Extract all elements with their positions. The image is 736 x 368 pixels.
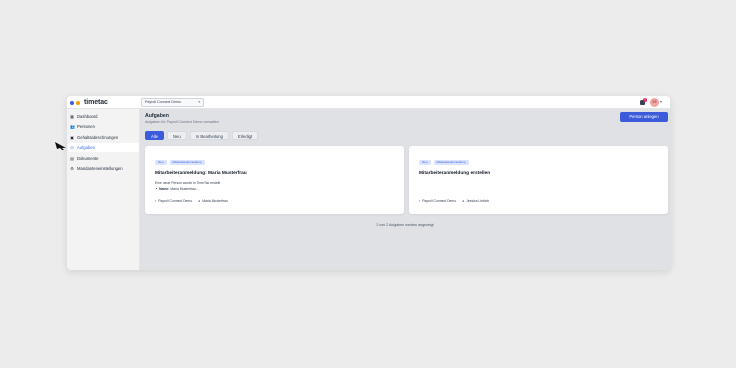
filter-done[interactable]: Erledigt bbox=[231, 131, 259, 140]
tasks-icon: ◎ bbox=[70, 144, 74, 150]
task-badges: Neu Mitarbeiteranmeldung bbox=[155, 160, 205, 165]
avatar-chevron-down-icon[interactable]: ▾ bbox=[660, 99, 662, 104]
task-title: Mitarbeiteranmeldung erstellen bbox=[419, 171, 491, 176]
filter-all[interactable]: Alle bbox=[145, 131, 164, 140]
logo-dot-orange bbox=[76, 100, 80, 105]
app-window: timetac Payroll Connect Demo ▾ 1 SS ▾ ▦ … bbox=[67, 96, 670, 270]
person-icon: ● bbox=[462, 199, 465, 203]
document-icon: ▤ bbox=[70, 155, 74, 161]
payroll-icon: ▣ bbox=[70, 134, 74, 140]
type-badge: Mitarbeiteranmeldung bbox=[169, 160, 205, 165]
task-detail-label: Name: bbox=[159, 187, 170, 191]
pagination-summary: 2 von 2 Aufgaben werden angezeigt bbox=[376, 223, 434, 227]
task-person: ● Maria Musterfrau bbox=[198, 199, 228, 203]
sidebar-item-mandanteneinstellungen[interactable]: ⚙ Mandanteneinstellungen bbox=[68, 164, 139, 173]
chevron-down-icon: ▾ bbox=[198, 100, 200, 104]
page-title: Aufgaben bbox=[145, 113, 169, 119]
page-subtitle: Aufgaben für Payroll Connect Demo verwal… bbox=[145, 120, 219, 124]
task-title: Mitarbeiteranmeldung: Maria Musterfrau bbox=[155, 171, 247, 176]
task-card[interactable]: Neu Mitarbeiteranmeldung Mitarbeiteranme… bbox=[145, 146, 404, 214]
logo-text: timetac bbox=[84, 99, 108, 106]
building-icon: ▪ bbox=[419, 199, 421, 203]
task-badges: Neu Mitarbeiteranmeldung bbox=[419, 160, 469, 165]
sidebar-item-label: Aufgaben bbox=[77, 145, 95, 150]
add-person-button[interactable]: Person anlegen bbox=[620, 112, 668, 122]
logo-dot-blue bbox=[70, 100, 74, 105]
task-card[interactable]: Neu Mitarbeiteranmeldung Mitarbeiteranme… bbox=[409, 146, 668, 214]
mouse-pointer-icon bbox=[55, 142, 66, 150]
task-client: ▪ Payroll Connect Demo bbox=[155, 199, 192, 203]
status-badge: Neu bbox=[419, 160, 431, 165]
client-select[interactable]: Payroll Connect Demo ▾ bbox=[141, 98, 204, 107]
status-badge: Neu bbox=[155, 160, 167, 165]
task-meta: ▪ Payroll Connect Demo ● Maria Musterfra… bbox=[155, 199, 228, 203]
person-icon: ● bbox=[198, 199, 201, 203]
filter-new[interactable]: Neu bbox=[166, 131, 187, 140]
task-detail-value: Maria Musterfrau... bbox=[170, 187, 199, 191]
avatar[interactable]: SS bbox=[650, 98, 659, 107]
task-detail: Name: Maria Musterfrau... bbox=[156, 187, 199, 191]
sidebar-item-label: Personen bbox=[77, 124, 95, 129]
timetac-logo[interactable]: timetac bbox=[70, 98, 108, 107]
notification-button[interactable]: 1 bbox=[640, 98, 647, 105]
task-description: Eine neue Person wurde in TimeTac erstel… bbox=[155, 181, 221, 185]
task-meta: ▪ Payroll Connect Demo ● Jessica Liebich bbox=[419, 199, 489, 203]
settings-icon: ⚙ bbox=[70, 165, 74, 171]
sidebar-item-label: Gehaltsabrechnungen bbox=[77, 135, 119, 140]
building-icon: ▪ bbox=[155, 199, 157, 203]
task-person-label: Maria Musterfrau bbox=[202, 199, 228, 203]
sidebar-item-aufgaben[interactable]: ◎ Aufgaben bbox=[68, 143, 139, 152]
task-client: ▪ Payroll Connect Demo bbox=[419, 199, 456, 203]
sidebar-item-label: Dashboard bbox=[77, 114, 98, 119]
sidebar-item-label: Dokumente bbox=[77, 156, 99, 161]
people-icon: 👥 bbox=[70, 123, 75, 129]
filter-in-progress[interactable]: In Bearbeitung bbox=[189, 131, 229, 140]
sidebar: ▦ Dashboard 👥 Personen ▣ Gehaltsabrechnu… bbox=[67, 109, 140, 270]
notification-badge: 1 bbox=[643, 98, 647, 102]
type-badge: Mitarbeiteranmeldung bbox=[433, 160, 469, 165]
sidebar-item-dashboard[interactable]: ▦ Dashboard bbox=[68, 112, 139, 121]
task-client-label: Payroll Connect Demo bbox=[158, 199, 193, 203]
dashboard-icon: ▦ bbox=[70, 113, 74, 119]
main-content: Aufgaben Aufgaben für Payroll Connect De… bbox=[140, 109, 670, 270]
client-select-value: Payroll Connect Demo bbox=[145, 100, 181, 104]
sidebar-item-personen[interactable]: 👥 Personen bbox=[68, 122, 139, 131]
task-person: ● Jessica Liebich bbox=[462, 199, 489, 203]
task-person-label: Jessica Liebich bbox=[466, 199, 490, 203]
task-client-label: Payroll Connect Demo bbox=[422, 199, 457, 203]
sidebar-item-label: Mandanteneinstellungen bbox=[77, 166, 123, 171]
filter-tabs: Alle Neu In Bearbeitung Erledigt bbox=[145, 131, 259, 140]
bullet-icon bbox=[156, 188, 158, 190]
sidebar-item-dokumente[interactable]: ▤ Dokumente bbox=[68, 154, 139, 163]
sidebar-item-gehaltsabrechnungen[interactable]: ▣ Gehaltsabrechnungen bbox=[68, 133, 139, 142]
top-bar: timetac Payroll Connect Demo ▾ 1 SS ▾ bbox=[67, 96, 670, 109]
